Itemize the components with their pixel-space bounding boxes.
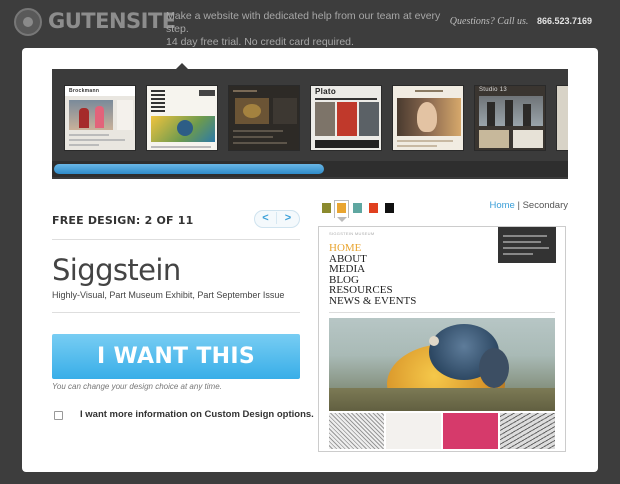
thumbnail-title: Studio 13 (479, 87, 508, 93)
design-thumbnail-7[interactable] (556, 85, 568, 151)
design-thumbnail-6[interactable]: Studio 13 (474, 85, 546, 151)
design-counter: FREE DESIGN: 2 OF 11 (52, 214, 194, 227)
tagline-line-1: Make a website with dedicated help from … (166, 10, 441, 35)
design-description: Highly-Visual, Part Museum Exhibit, Part… (52, 290, 285, 300)
design-thumbnail-1[interactable]: Brockmann (64, 85, 136, 151)
design-picker-card: Brockmann Plato Studio 13 FREE DESIGN: 2… (22, 48, 598, 472)
carousel-scroll-thumb[interactable] (54, 164, 324, 174)
contact-question: Questions? Call us. (449, 16, 529, 27)
custom-design-checkbox[interactable] (54, 411, 63, 420)
layout-links: Home | Secondary (489, 200, 568, 211)
design-carousel: Brockmann Plato Studio 13 (52, 69, 568, 179)
preview-info-box (498, 227, 556, 263)
swatch-red[interactable] (369, 203, 378, 213)
contact-phone[interactable]: 866.523.7169 (537, 16, 592, 26)
preview-nav-item: NEWS & EVENTS (329, 294, 417, 307)
preview-rule (329, 312, 555, 313)
prev-design-button[interactable]: < (255, 212, 277, 224)
contact-info: Questions? Call us. 866.523.7169 (450, 16, 592, 27)
custom-design-label[interactable]: I want more information on Custom Design… (80, 409, 314, 420)
divider (52, 239, 300, 240)
preview-site-name: SIGGSTEIN MUSEUM (329, 231, 375, 236)
swatch-black[interactable] (385, 203, 394, 213)
preview-hero-image (329, 318, 555, 411)
tagline: Make a website with dedicated help from … (166, 10, 456, 49)
design-name: Siggstein (52, 253, 181, 287)
design-thumbnail-4[interactable]: Plato (310, 85, 382, 151)
layout-home-link[interactable]: Home (489, 200, 514, 211)
preview-nav: HOME ABOUT MEDIA BLOG RESOURCES NEWS & E… (329, 243, 416, 306)
design-thumbnail-5[interactable] (392, 85, 464, 151)
logo-text[interactable]: GUTENSITE (48, 9, 176, 33)
divider (52, 312, 300, 313)
layout-separator: | (517, 200, 520, 211)
swatch-teal[interactable] (353, 203, 362, 213)
logo-badge-icon[interactable] (14, 8, 42, 36)
thumbnail-title: Plato (315, 87, 337, 96)
design-thumbnail-2[interactable] (146, 85, 218, 151)
swatch-olive[interactable] (322, 203, 331, 213)
site-header: GUTENSITE Make a website with dedicated … (0, 0, 620, 49)
want-this-design-button[interactable]: I WANT THIS DESIGN (52, 334, 300, 414)
design-thumbnail-3[interactable] (228, 85, 300, 151)
preview-tiles (329, 413, 555, 449)
layout-secondary-link[interactable]: Secondary (523, 200, 568, 211)
preview-nav-item: HOME (329, 242, 362, 254)
change-design-note: You can change your design choice at any… (52, 382, 222, 391)
design-nav-arrows: < > (254, 210, 300, 228)
carousel-scrollbar[interactable] (52, 161, 568, 177)
preview-nav-item: MEDIA (329, 263, 366, 275)
design-preview: SIGGSTEIN MUSEUM HOME ABOUT MEDIA BLOG R… (318, 226, 566, 452)
thumbnail-title: Brockmann (69, 88, 100, 94)
next-design-button[interactable]: > (277, 212, 299, 224)
swatch-orange[interactable] (337, 203, 346, 213)
preview-nav-item: RESOURCES (329, 284, 393, 296)
